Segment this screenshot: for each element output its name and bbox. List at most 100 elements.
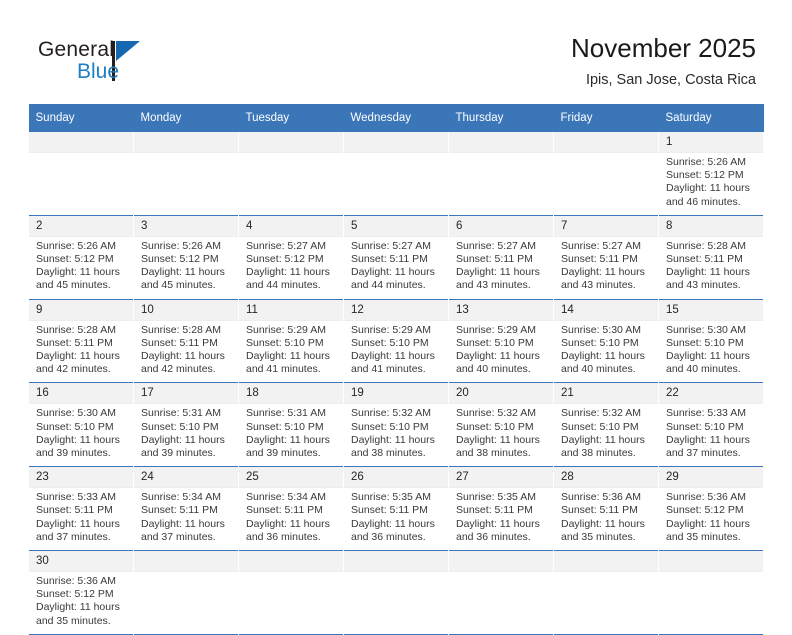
- daylight-text: Daylight: 11 hours and 38 minutes.: [561, 433, 645, 460]
- day-number: 17: [134, 383, 238, 405]
- sunrise-text: Sunrise: 5:26 AM: [141, 239, 221, 252]
- calendar-week-row: 23 Sunrise: 5:33 AM Sunset: 5:11 PM Dayligh…: [28, 466, 764, 551]
- day-number: 26: [344, 467, 448, 489]
- sunrise-text: Sunrise: 5:33 AM: [666, 407, 746, 420]
- sunrise-text: Sunrise: 5:27 AM: [351, 239, 431, 252]
- day-details: [659, 572, 763, 626]
- calendar-day-cell[interactable]: 6 Sunrise: 5:27 AM Sunset: 5:11 PM Daylight…: [448, 215, 554, 300]
- sunrise-text: Sunrise: 5:29 AM: [456, 323, 536, 336]
- day-details: Sunrise: 5:30 AM Sunset: 5:10 PM Daylight:…: [29, 404, 133, 466]
- calendar-day-cell[interactable]: 5 Sunrise: 5:27 AM Sunset: 5:11 PM Daylight…: [343, 215, 449, 300]
- calendar-body: 1 Sunrise: 5:26 AM Sunset: 5:12 PM Daylight…: [28, 132, 764, 635]
- day-number: [449, 551, 553, 573]
- daylight-text: Daylight: 11 hours and 41 minutes.: [351, 350, 435, 376]
- calendar-header-row: Sunday Monday Tuesday Wednesday Thursday Frid…: [28, 104, 764, 132]
- sunrise-text: Sunrise: 5:32 AM: [351, 407, 431, 420]
- calendar-week-row: 16 Sunrise: 5:30 AM Sunset: 5:10 PM Dayligh…: [28, 382, 764, 467]
- calendar-week-row: 9 Sunrise: 5:28 AM Sunset: 5:11 PM Daylight…: [28, 299, 764, 383]
- day-details: [29, 153, 133, 207]
- sunset-text: Sunset: 5:12 PM: [246, 253, 324, 266]
- day-number: [449, 132, 553, 153]
- calendar-day-cell[interactable]: 23 Sunrise: 5:33 AM Sunset: 5:11 PM Dayligh…: [28, 466, 134, 551]
- sunset-text: Sunset: 5:11 PM: [246, 504, 323, 517]
- calendar-week-row: 1 Sunrise: 5:26 AM Sunset: 5:12 PM Daylight…: [28, 132, 764, 216]
- daylight-text: Daylight: 11 hours and 38 minutes.: [351, 433, 435, 460]
- calendar-day-cell[interactable]: 10 Sunrise: 5:28 AM Sunset: 5:11 PM Dayligh…: [133, 299, 239, 383]
- day-number: 29: [659, 467, 763, 489]
- page-header: General Blue November 2025 Ipis, San Jos…: [0, 0, 792, 102]
- weekday-header-thursday: Thursday: [448, 104, 554, 132]
- calendar-day-cell[interactable]: 17 Sunrise: 5:31 AM Sunset: 5:10 PM Dayligh…: [133, 382, 239, 467]
- daylight-text: Daylight: 11 hours and 35 minutes.: [666, 517, 750, 543]
- sunrise-text: Sunrise: 5:30 AM: [666, 323, 746, 336]
- calendar-day-cell[interactable]: 26 Sunrise: 5:35 AM Sunset: 5:11 PM Dayligh…: [343, 466, 449, 551]
- day-number: [239, 132, 343, 153]
- day-number: 14: [554, 299, 658, 321]
- daylight-text: Daylight: 11 hours and 39 minutes.: [141, 433, 225, 460]
- calendar-day-cell[interactable]: 14 Sunrise: 5:30 AM Sunset: 5:10 PM Dayligh…: [553, 299, 659, 383]
- daylight-text: Daylight: 11 hours and 43 minutes.: [456, 266, 540, 292]
- day-number: [659, 551, 763, 573]
- calendar-day-cell[interactable]: 30 Sunrise: 5:36 AM Sunset: 5:12 PM Dayligh…: [28, 550, 134, 635]
- sunrise-text: Sunrise: 5:35 AM: [351, 491, 431, 504]
- calendar-day-cell[interactable]: 7 Sunrise: 5:27 AM Sunset: 5:11 PM Daylight…: [553, 215, 659, 300]
- calendar-day-cell[interactable]: 25 Sunrise: 5:34 AM Sunset: 5:11 PM Dayligh…: [238, 466, 344, 551]
- calendar-day-cell[interactable]: 21 Sunrise: 5:32 AM Sunset: 5:10 PM Dayligh…: [553, 382, 659, 467]
- calendar-day-cell[interactable]: 24 Sunrise: 5:34 AM Sunset: 5:11 PM Dayligh…: [133, 466, 239, 551]
- logo-text-general: General: [38, 38, 115, 61]
- sunset-text: Sunset: 5:11 PM: [456, 504, 533, 517]
- calendar-day-cell[interactable]: 13 Sunrise: 5:29 AM Sunset: 5:10 PM Dayligh…: [448, 299, 554, 383]
- day-details: Sunrise: 5:33 AM Sunset: 5:11 PM Daylight:…: [29, 488, 133, 550]
- sunset-text: Sunset: 5:11 PM: [141, 504, 218, 517]
- sunset-text: Sunset: 5:10 PM: [246, 420, 324, 433]
- calendar-day-cell[interactable]: 4 Sunrise: 5:27 AM Sunset: 5:12 PM Daylight…: [238, 215, 344, 300]
- sunrise-text: Sunrise: 5:27 AM: [561, 239, 641, 252]
- day-details: Sunrise: 5:33 AM Sunset: 5:10 PM Daylight:…: [659, 404, 763, 466]
- calendar-day-cell[interactable]: 1 Sunrise: 5:26 AM Sunset: 5:12 PM Daylight…: [658, 132, 764, 216]
- calendar-day-cell[interactable]: 27 Sunrise: 5:35 AM Sunset: 5:11 PM Dayligh…: [448, 466, 554, 551]
- calendar-day-cell[interactable]: 20 Sunrise: 5:32 AM Sunset: 5:10 PM Dayligh…: [448, 382, 554, 467]
- day-number: 23: [29, 467, 133, 489]
- weekday-header-saturday: Saturday: [658, 104, 764, 132]
- calendar-week-row: 30 Sunrise: 5:36 AM Sunset: 5:12 PM Dayligh…: [28, 550, 764, 635]
- calendar-day-cell[interactable]: 11 Sunrise: 5:29 AM Sunset: 5:10 PM Dayligh…: [238, 299, 344, 383]
- sunrise-text: Sunrise: 5:29 AM: [246, 323, 326, 336]
- day-details: Sunrise: 5:27 AM Sunset: 5:11 PM Daylight:…: [554, 237, 658, 299]
- sunrise-text: Sunrise: 5:32 AM: [456, 407, 536, 420]
- calendar-cell-empty: [133, 550, 239, 635]
- sunset-text: Sunset: 5:10 PM: [456, 336, 534, 349]
- calendar-day-cell[interactable]: 22 Sunrise: 5:33 AM Sunset: 5:10 PM Dayligh…: [658, 382, 764, 467]
- calendar-day-cell[interactable]: 15 Sunrise: 5:30 AM Sunset: 5:10 PM Dayligh…: [658, 299, 764, 383]
- calendar-day-cell[interactable]: 8 Sunrise: 5:28 AM Sunset: 5:11 PM Daylight…: [658, 215, 764, 300]
- day-details: Sunrise: 5:34 AM Sunset: 5:11 PM Daylight:…: [239, 488, 343, 550]
- sunset-text: Sunset: 5:11 PM: [456, 253, 533, 266]
- calendar-day-cell[interactable]: 29 Sunrise: 5:36 AM Sunset: 5:12 PM Dayligh…: [658, 466, 764, 551]
- calendar-day-cell[interactable]: 9 Sunrise: 5:28 AM Sunset: 5:11 PM Daylight…: [28, 299, 134, 383]
- daylight-text: Daylight: 11 hours and 36 minutes.: [456, 517, 540, 543]
- day-details: Sunrise: 5:32 AM Sunset: 5:10 PM Daylight:…: [344, 404, 448, 466]
- calendar-day-cell[interactable]: 3 Sunrise: 5:26 AM Sunset: 5:12 PM Daylight…: [133, 215, 239, 300]
- daylight-text: Daylight: 11 hours and 44 minutes.: [246, 266, 330, 292]
- day-number: 20: [449, 383, 553, 405]
- calendar-day-cell[interactable]: 28 Sunrise: 5:36 AM Sunset: 5:11 PM Dayligh…: [553, 466, 659, 551]
- calendar-day-cell[interactable]: 19 Sunrise: 5:32 AM Sunset: 5:10 PM Dayligh…: [343, 382, 449, 467]
- sunrise-text: Sunrise: 5:36 AM: [561, 491, 641, 504]
- general-blue-logo[interactable]: General Blue: [38, 38, 218, 90]
- daylight-text: Daylight: 11 hours and 37 minutes.: [36, 517, 120, 543]
- calendar-page: General Blue November 2025 Ipis, San Jos…: [0, 0, 792, 635]
- day-number: 3: [134, 215, 238, 237]
- sunrise-text: Sunrise: 5:28 AM: [141, 323, 221, 336]
- calendar-day-cell[interactable]: 2 Sunrise: 5:26 AM Sunset: 5:12 PM Daylight…: [28, 215, 134, 300]
- calendar-day-cell[interactable]: 16 Sunrise: 5:30 AM Sunset: 5:10 PM Dayligh…: [28, 382, 134, 467]
- page-subtitle: Ipis, San Jose, Costa Rica: [585, 72, 756, 88]
- sunset-text: Sunset: 5:10 PM: [561, 420, 639, 433]
- calendar-cell-empty: [448, 550, 554, 635]
- day-details: [239, 572, 343, 626]
- day-details: [449, 572, 553, 626]
- calendar-day-cell[interactable]: 12 Sunrise: 5:29 AM Sunset: 5:10 PM Dayligh…: [343, 299, 449, 383]
- weekday-header-tuesday: Tuesday: [238, 104, 344, 132]
- day-details: Sunrise: 5:32 AM Sunset: 5:10 PM Daylight:…: [554, 404, 658, 466]
- calendar-day-cell[interactable]: 18 Sunrise: 5:31 AM Sunset: 5:10 PM Dayligh…: [238, 382, 344, 467]
- day-details: [344, 153, 448, 207]
- day-details: Sunrise: 5:29 AM Sunset: 5:10 PM Daylight:…: [344, 321, 448, 383]
